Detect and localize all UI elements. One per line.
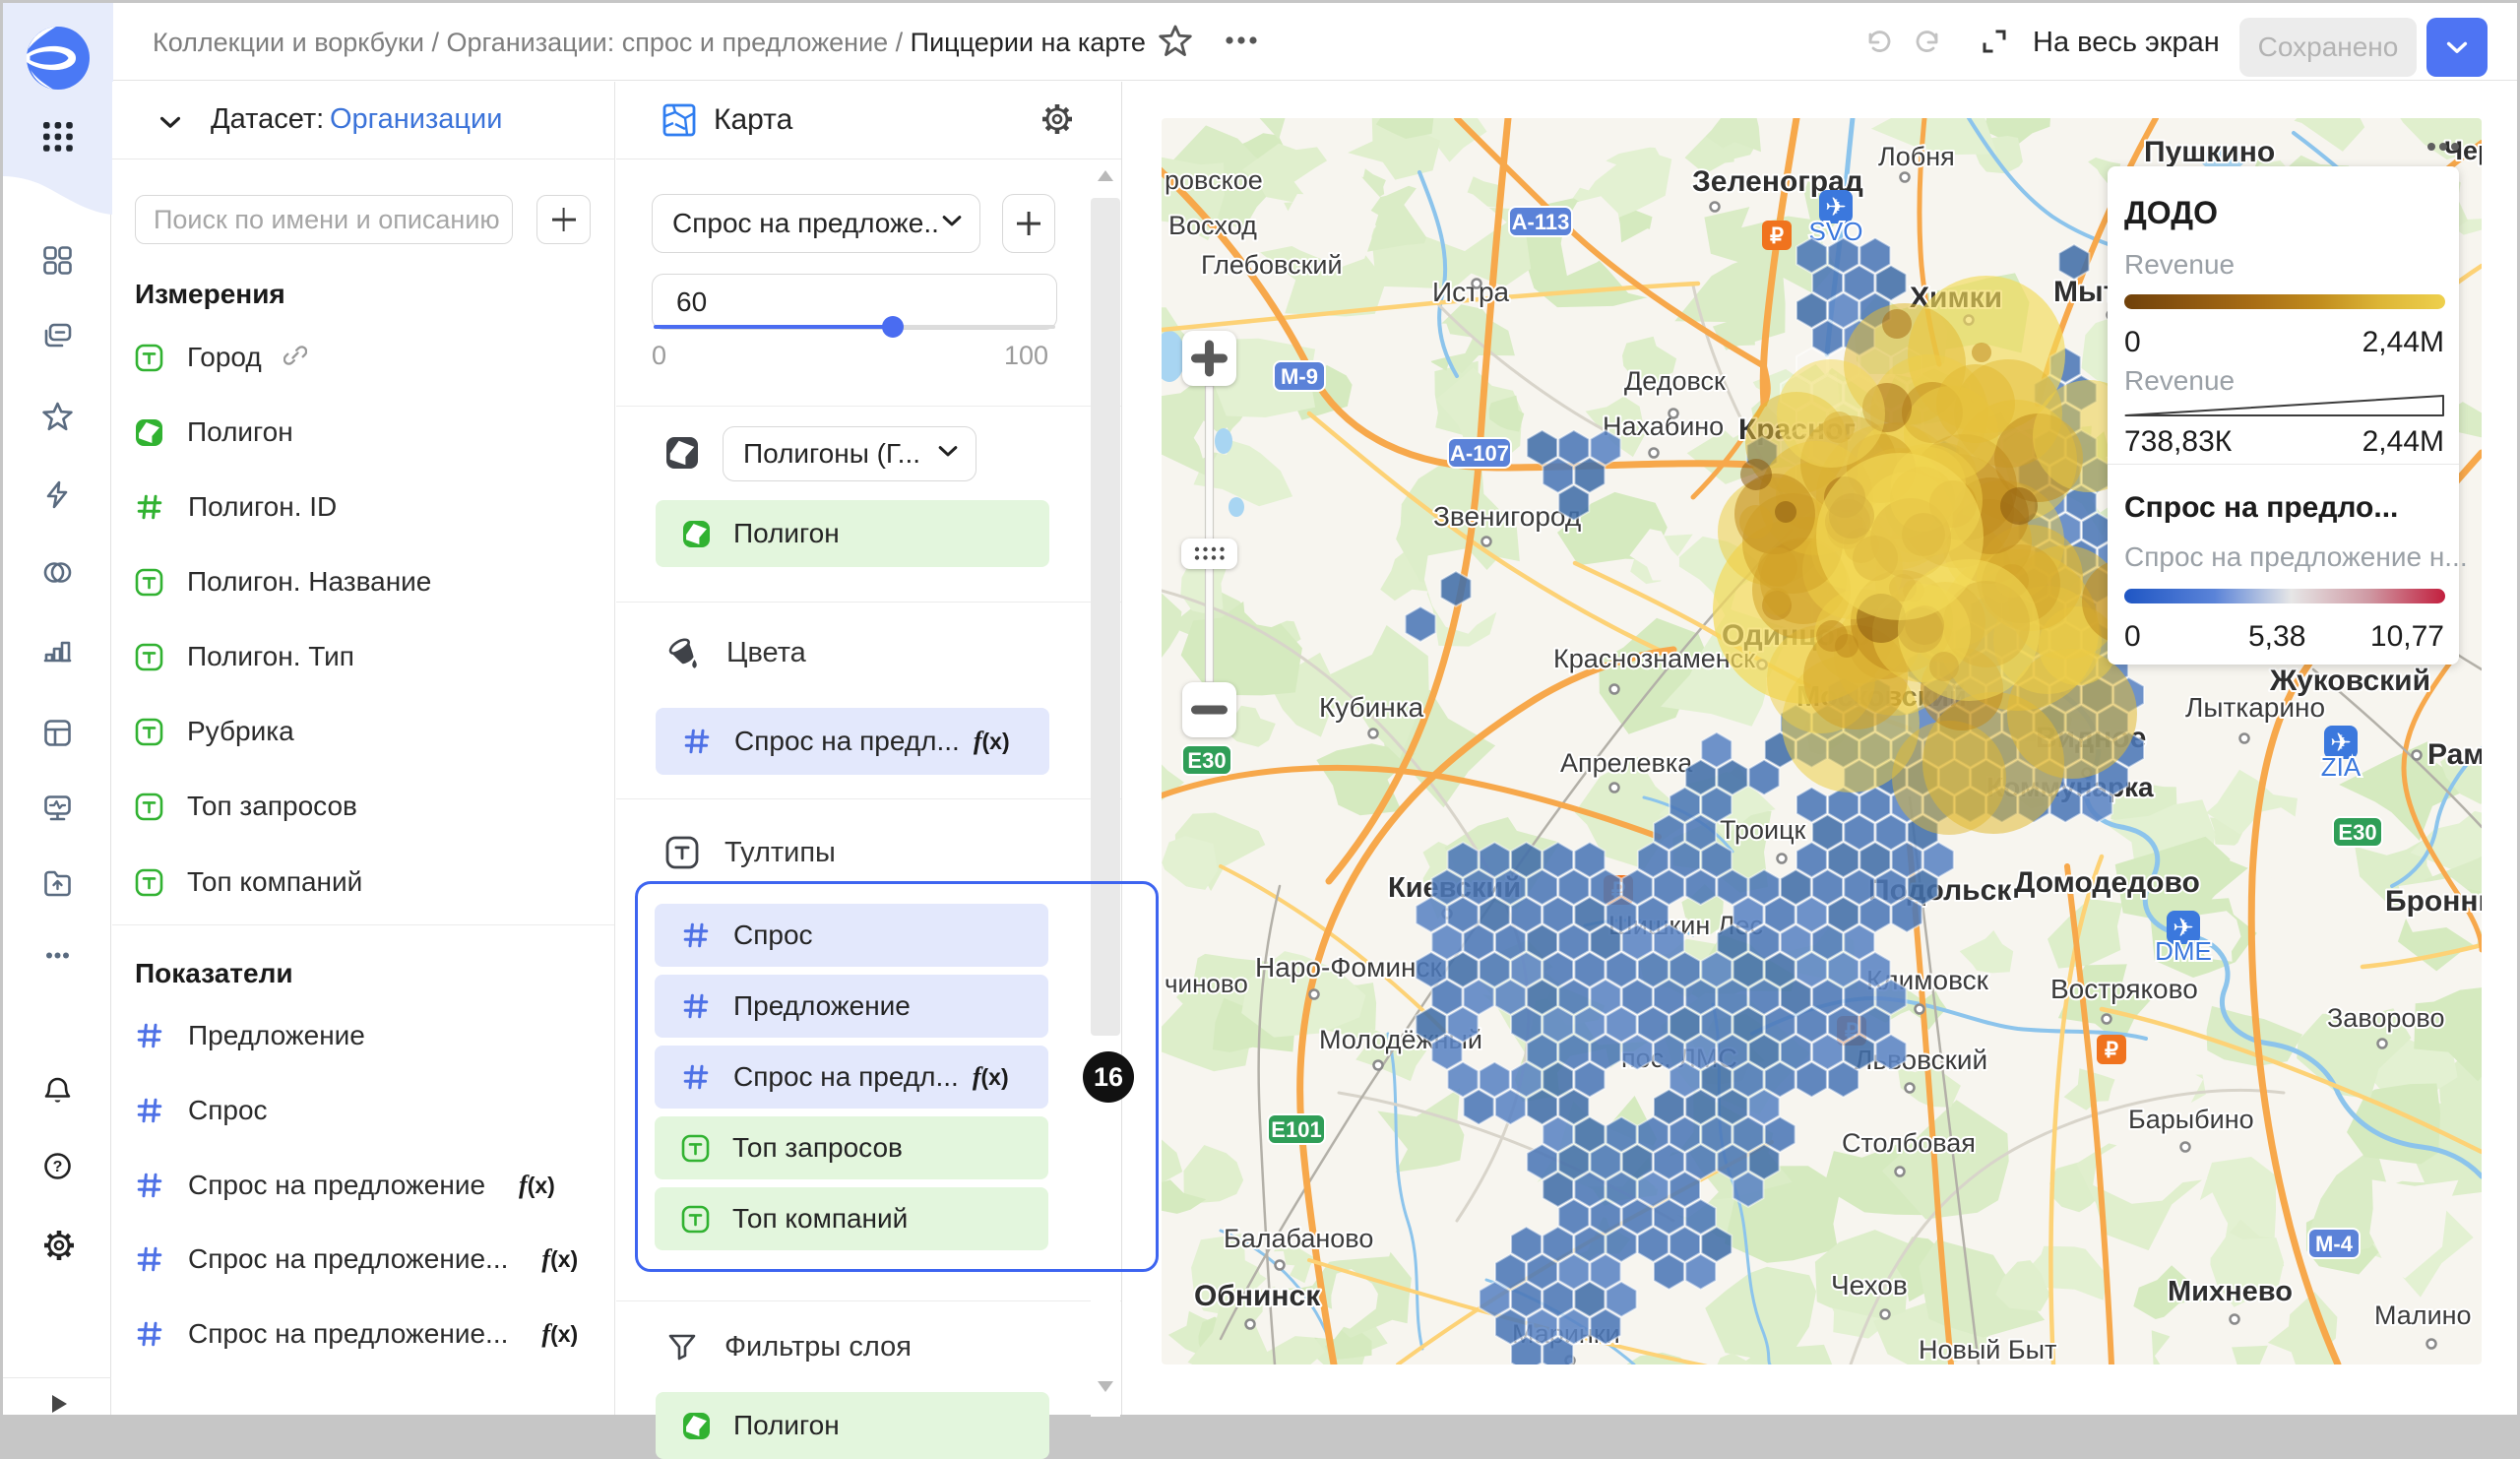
svg-text:?: ? [53, 1159, 63, 1175]
svg-text:А-107: А-107 [1450, 441, 1509, 466]
svg-text:М-4: М-4 [2315, 1232, 2354, 1256]
svg-text:М-9: М-9 [1281, 364, 1318, 389]
svg-text:Лыткарино: Лыткарино [2185, 692, 2325, 723]
svg-text:Чер: Чер [2444, 136, 2482, 165]
svg-text:Дедовск: Дедовск [1624, 366, 1726, 396]
svg-text:Барыбино: Барыбино [2128, 1105, 2254, 1134]
svg-text:Лобня: Лобня [1878, 142, 1955, 171]
svg-text:Новый Быт: Новый Быт [1919, 1335, 2056, 1364]
svg-text:Столбовая: Столбовая [1842, 1128, 1976, 1158]
svg-text:Балабаново: Балабаново [1224, 1224, 1373, 1253]
svg-text:Востряково: Востряково [2050, 974, 2198, 1004]
svg-text:А-113: А-113 [1512, 210, 1570, 234]
svg-text:Малино: Малино [2374, 1300, 2472, 1330]
svg-text:E30: E30 [2338, 820, 2376, 845]
svg-text:Домодедово: Домодедово [2014, 866, 2200, 899]
svg-text:Кубинка: Кубинка [1319, 692, 1424, 723]
svg-text:Бронницы: Бронницы [2385, 885, 2482, 918]
svg-text:Чехов: Чехов [1831, 1270, 1908, 1300]
svg-text:ZIA: ZIA [2321, 752, 2362, 782]
svg-text:Восход: Восход [1168, 211, 1257, 240]
svg-text:Обнинск: Обнинск [1194, 1280, 1321, 1312]
svg-text:Наро-Фоминск: Наро-Фоминск [1255, 952, 1442, 983]
svg-text:E101: E101 [1271, 1117, 1321, 1142]
svg-text:ровское: ровское [1165, 165, 1263, 195]
svg-text:DME: DME [2155, 936, 2212, 966]
svg-text:Истра: Истра [1432, 277, 1510, 307]
svg-text:Апрелевка: Апрелевка [1560, 748, 1693, 778]
svg-text:₽: ₽ [1770, 223, 1784, 248]
svg-text:Пушкино: Пушкино [2144, 136, 2275, 168]
svg-text:Глебовский: Глебовский [1201, 250, 1343, 280]
svg-text:Раменское: Раменское [2427, 738, 2482, 771]
svg-text:Нахабино: Нахабино [1603, 412, 1724, 441]
svg-text:чиново: чиново [1165, 969, 1248, 998]
svg-text:Троицк: Троицк [1720, 815, 1806, 845]
svg-text:E30: E30 [1187, 748, 1226, 773]
svg-text:Заворово: Заворово [2327, 1003, 2444, 1033]
svg-text:Михнево: Михнево [2168, 1276, 2293, 1307]
svg-text:₽: ₽ [2105, 1038, 2118, 1062]
